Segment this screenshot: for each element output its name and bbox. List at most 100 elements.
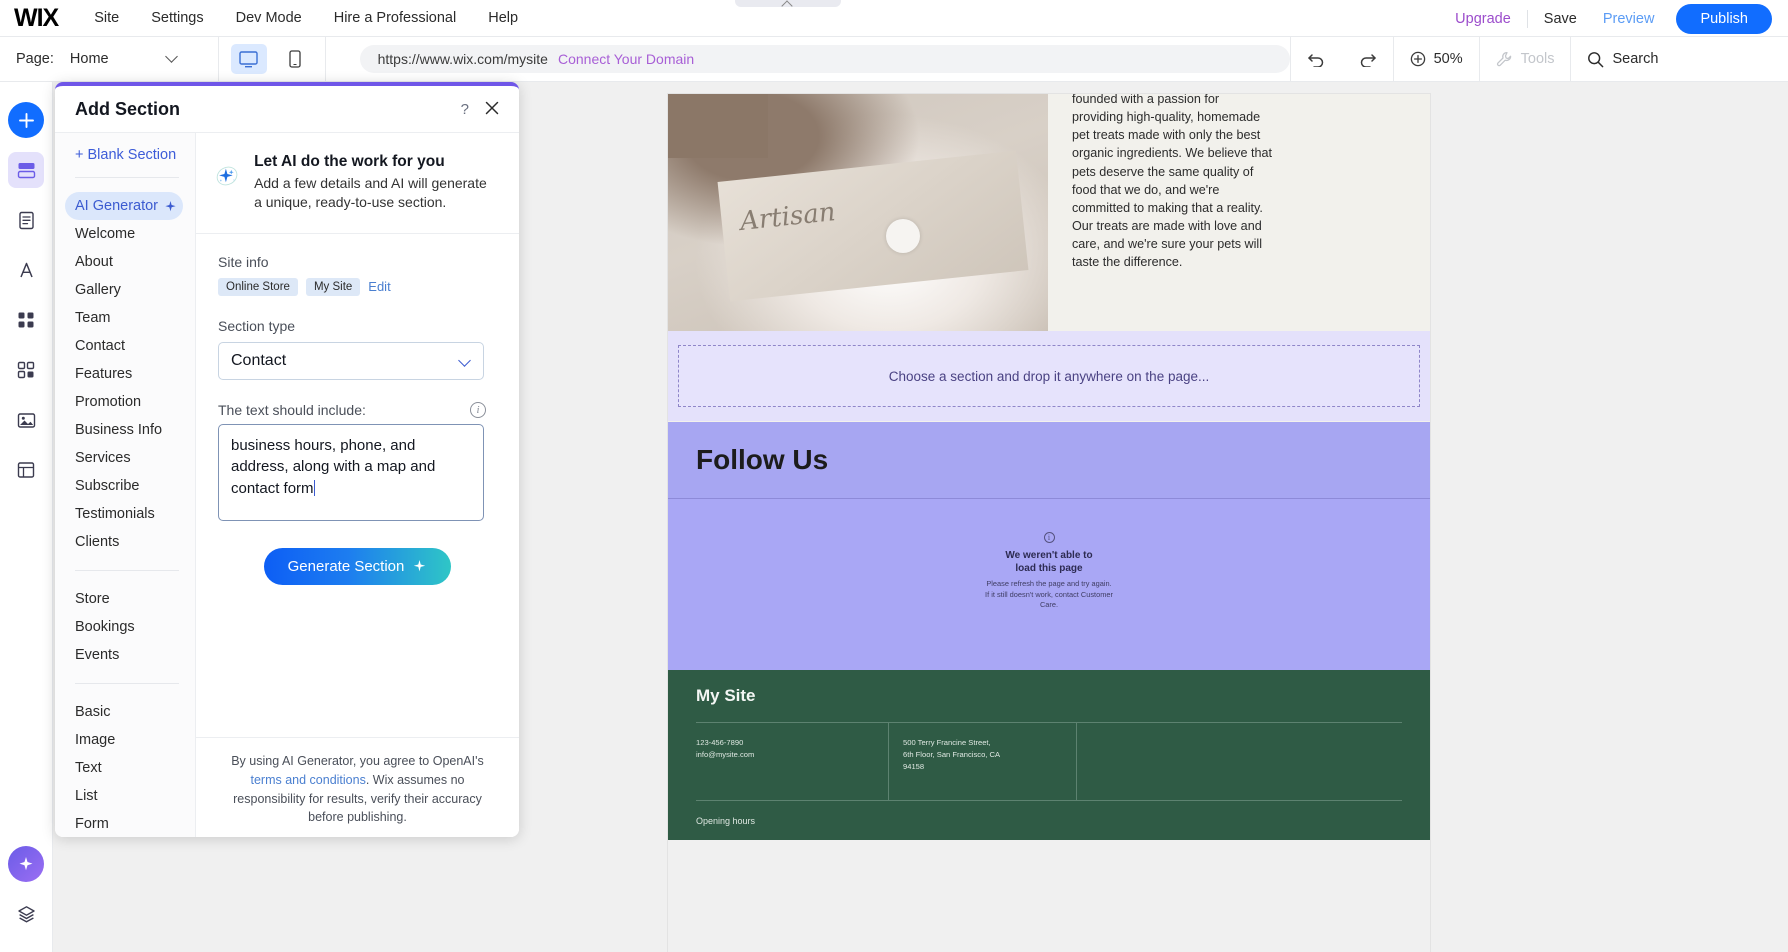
footer-columns: 123-456-7890 info@mysite.com 500 Terry F… [696, 722, 1402, 800]
sidebar-item-events[interactable]: Events [55, 641, 195, 669]
sidebar-item-basic[interactable]: Basic [55, 698, 195, 726]
sidebar-item-bookings[interactable]: Bookings [55, 613, 195, 641]
sidebar-item-welcome[interactable]: Welcome [55, 220, 195, 248]
menu-item-dev-mode[interactable]: Dev Mode [236, 10, 302, 26]
publish-button[interactable]: Publish [1676, 3, 1772, 34]
add-section-panel: Add Section ? + Blank Section AI Generat… [55, 82, 519, 837]
footer-address-line1: 500 Terry Francine Street, [903, 738, 991, 747]
info-icon[interactable]: i [470, 401, 486, 418]
sidebar-item-team[interactable]: Team [55, 304, 195, 332]
tools-label: Tools [1520, 51, 1555, 67]
menu-item-settings[interactable]: Settings [151, 10, 203, 26]
cms-button[interactable] [8, 452, 44, 488]
sidebar-item-business-info[interactable]: Business Info [55, 416, 195, 444]
search-button[interactable]: Search [1571, 37, 1674, 82]
add-elements-button[interactable] [8, 102, 44, 138]
sidebar-item-testimonials[interactable]: Testimonials [55, 500, 195, 528]
layers-icon [17, 906, 35, 923]
search-label: Search [1612, 51, 1659, 67]
help-icon[interactable]: ? [461, 101, 469, 118]
sidebar-item-gallery[interactable]: Gallery [55, 276, 195, 304]
section-footer[interactable]: My Site 123-456-7890 info@mysite.com 500… [668, 670, 1430, 840]
sidebar-item-ai-generator[interactable]: AI Generator [65, 192, 183, 220]
redo-button[interactable] [1342, 37, 1393, 82]
ai-promo-banner: Let AI do the work for you Add a few det… [196, 133, 519, 234]
apps-button[interactable] [8, 302, 44, 338]
section-follow-us[interactable]: Follow Us [668, 421, 1430, 498]
section-type-select[interactable]: Contact [218, 341, 484, 380]
panel-title: Add Section [75, 98, 181, 119]
sidebar-item-contact[interactable]: Contact [55, 332, 195, 360]
image-band [668, 94, 768, 158]
ai-assistant-button[interactable] [8, 846, 44, 882]
layers-button[interactable] [8, 896, 44, 932]
map-error-body: Please refresh the page and try again. I… [985, 579, 1113, 610]
sidebar-item-promotion[interactable]: Promotion [55, 388, 195, 416]
mobile-view-button[interactable] [277, 44, 313, 74]
page-selector-value[interactable]: Home [70, 51, 109, 67]
desktop-icon [239, 50, 258, 67]
sidebar-item-services[interactable]: Services [55, 444, 195, 472]
sidebar-item-store[interactable]: Store [55, 585, 195, 613]
undo-button[interactable] [1291, 37, 1342, 82]
left-icon-rail [0, 82, 53, 952]
upgrade-button[interactable]: Upgrade [1455, 11, 1511, 27]
edit-site-info-link[interactable]: Edit [368, 279, 390, 294]
prompt-label-row: The text should include: i [218, 401, 486, 418]
close-icon[interactable] [483, 99, 501, 117]
collapse-handle[interactable] [735, 0, 841, 7]
prompt-input[interactable]: business hours, phone, and address, alon… [218, 423, 484, 521]
menu-item-hire-a-professional[interactable]: Hire a Professional [334, 10, 457, 26]
tools-button[interactable]: Tools [1480, 37, 1571, 82]
preview-button[interactable]: Preview [1603, 11, 1655, 27]
wix-logo[interactable]: WIX [14, 4, 59, 33]
sidebar-item-about[interactable]: About [55, 248, 195, 276]
generate-section-button[interactable]: Generate Section [263, 547, 452, 585]
sidebar-item-clients[interactable]: Clients [55, 528, 195, 556]
generate-section-label: Generate Section [287, 557, 405, 575]
undo-icon [1307, 54, 1323, 67]
chip-online-store: Online Store [218, 277, 298, 296]
tools-icon [1496, 51, 1511, 67]
save-button[interactable]: Save [1544, 11, 1577, 27]
sidebar-item-features[interactable]: Features [55, 360, 195, 388]
apps-grid-icon [18, 312, 34, 328]
zoom-control[interactable]: 50% [1394, 37, 1479, 82]
about-paragraph: founded with a passion for providing hig… [1072, 94, 1272, 270]
section-about[interactable]: Artisan founded with a passion for provi… [668, 94, 1430, 331]
site-info-chips: Online Store My Site Edit [218, 277, 497, 296]
site-design-button[interactable] [8, 252, 44, 288]
sidebar-item-text[interactable]: Text [55, 754, 195, 782]
follow-us-title: Follow Us [696, 444, 829, 475]
desktop-view-button[interactable] [230, 44, 267, 74]
chevron-down-icon[interactable] [164, 50, 178, 63]
add-section-button[interactable] [8, 152, 44, 188]
footer-address-line2: 6th Floor, San Francisco, CA [903, 749, 1001, 759]
site-url-bar[interactable]: https://www.wix.com/mysite Connect Your … [359, 45, 1290, 73]
zoom-in-icon [1410, 51, 1425, 67]
mobile-icon [288, 50, 301, 68]
site-info-label: Site info [218, 253, 269, 270]
sidebar-item-subscribe[interactable]: Subscribe [55, 472, 195, 500]
drop-zone[interactable]: Choose a section and drop it anywhere on… [678, 345, 1420, 407]
sidebar-item-form[interactable]: Form [55, 810, 195, 837]
category-sidebar[interactable]: + Blank Section AI Generator Welcome Abo… [55, 133, 196, 837]
app-market-button[interactable] [8, 352, 44, 388]
media-button[interactable] [8, 402, 44, 438]
panel-body: + Blank Section AI Generator Welcome Abo… [55, 133, 519, 837]
connect-domain-link[interactable]: Connect Your Domain [558, 51, 694, 67]
drop-zone-container[interactable]: Choose a section and drop it anywhere on… [668, 331, 1430, 421]
blank-section-button[interactable]: + Blank Section [75, 147, 195, 163]
terms-and-conditions-link[interactable]: terms and conditions [251, 773, 366, 787]
footer-address-line3: 94158 [903, 761, 925, 771]
sidebar-item-image[interactable]: Image [55, 726, 195, 754]
panel-disclaimer: By using AI Generator, you agree to Open… [196, 737, 519, 837]
footer-brand: My Site [696, 686, 756, 705]
pages-menu-button[interactable] [8, 202, 44, 238]
prompt-value: business hours, phone, and address, alon… [231, 436, 436, 498]
sidebar-item-list[interactable]: List [55, 782, 195, 810]
menu-item-site[interactable]: Site [94, 10, 119, 26]
site-url-text: https://www.wix.com/mysite [377, 51, 548, 67]
section-map[interactable]: i We weren't able to load this page Plea… [668, 498, 1430, 670]
menu-item-help[interactable]: Help [488, 10, 518, 26]
